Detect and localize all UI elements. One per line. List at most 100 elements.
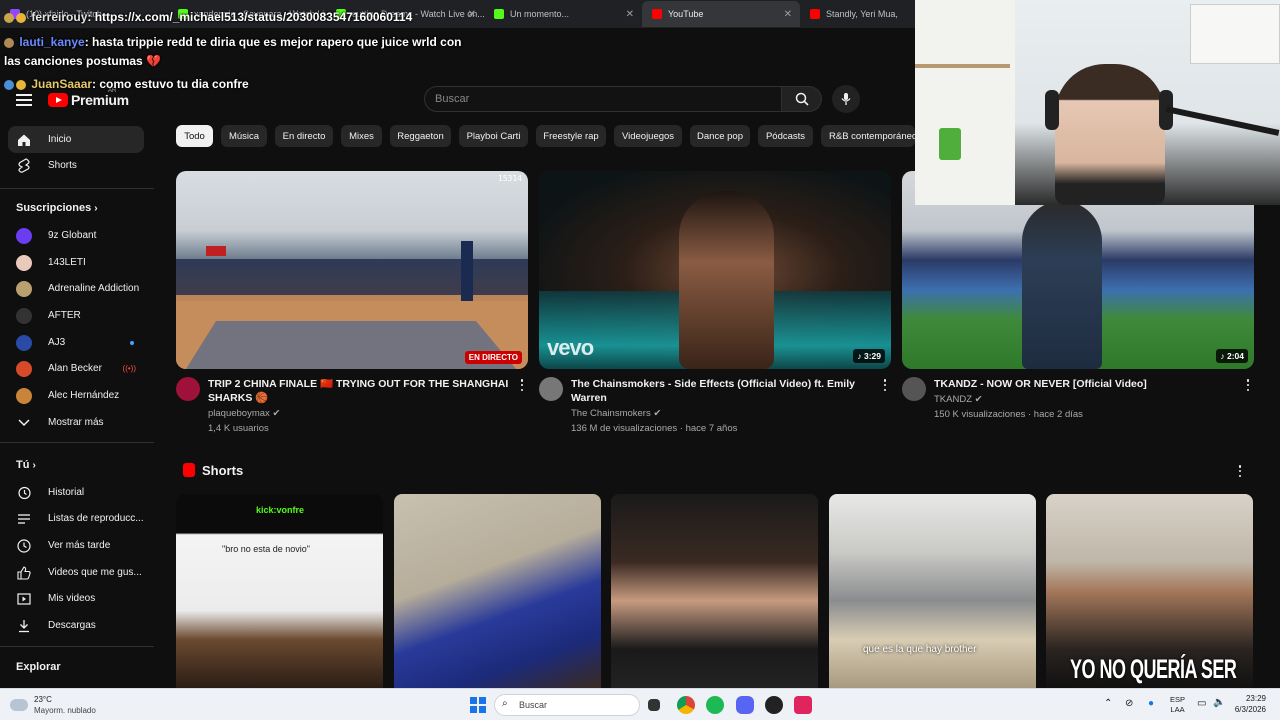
channel-avatar[interactable] (902, 377, 926, 401)
chat-message: lauti_kanye: hasta trippie redd te diria… (4, 33, 461, 52)
video-duration: ♪ 2:04 (1216, 349, 1248, 363)
sidebar-item-label: Mostrar más (48, 417, 104, 428)
discord-icon[interactable] (736, 696, 754, 714)
playlist-icon (16, 511, 32, 527)
shorts-icon (183, 463, 195, 477)
search-input[interactable]: Buscar (424, 86, 782, 112)
tiktok-icon[interactable] (794, 696, 812, 714)
more-options-icon[interactable] (883, 379, 887, 391)
channel-avatar[interactable] (176, 377, 200, 401)
channel-avatar[interactable] (539, 377, 563, 401)
chip-reggaeton[interactable]: Reggaeton (390, 125, 451, 147)
short-thumbnail[interactable] (611, 494, 818, 688)
person-silhouette (679, 191, 774, 369)
video-title[interactable]: TKANDZ - NOW OR NEVER [Official Video] (934, 377, 1239, 391)
browser-tab-active[interactable]: YouTube ✕ (642, 1, 800, 27)
live-badge: EN DIRECTO (464, 351, 522, 364)
video-channel[interactable]: The Chainsmokers ✔ (571, 406, 661, 421)
sidebar-item-subscription[interactable]: AJ3 (8, 329, 144, 356)
chip-rnb[interactable]: R&B contemporáneo (821, 125, 917, 147)
sidebar-item-label: 143LETI (48, 257, 86, 268)
spotify-icon[interactable] (706, 696, 724, 714)
headphone-left (1045, 90, 1059, 130)
sidebar-item-label: Adrenaline Addiction (48, 283, 140, 294)
volume-icon[interactable]: 🔈 (1213, 697, 1225, 708)
taskbar-search[interactable]: Buscar (494, 694, 640, 716)
close-tab-icon[interactable]: ✕ (784, 9, 792, 20)
you-heading[interactable]: Tú › (16, 459, 36, 471)
obs-icon[interactable] (765, 696, 783, 714)
network-icon[interactable]: ⊘ (1125, 698, 1133, 709)
more-options-icon[interactable] (1246, 379, 1250, 391)
chrome-icon[interactable] (677, 696, 695, 714)
sidebar-item-playlists[interactable]: Listas de reproducc... (8, 505, 144, 532)
microphone-icon[interactable]: ● (1148, 698, 1154, 709)
chevron-down-icon (16, 415, 32, 431)
youtube-premium-logo[interactable]: Premium AR (48, 88, 129, 108)
sidebar-item-show-more[interactable]: Mostrar más (8, 409, 144, 436)
sidebar-item-watch-later[interactable]: Ver más tarde (8, 532, 144, 559)
short-thumbnail[interactable] (394, 494, 601, 688)
sidebar-item-liked-videos[interactable]: Videos que me gus... (8, 559, 144, 586)
video-title[interactable]: TRIP 2 CHINA FINALE 🇨🇳 TRYING OUT FOR TH… (208, 377, 513, 405)
video-thumbnail[interactable]: 15314 EN DIRECTO (176, 171, 528, 369)
creeper-plush (939, 128, 961, 160)
sidebar-item-subscription[interactable]: Adrenaline Addiction (8, 275, 144, 302)
close-tab-icon[interactable]: ✕ (626, 9, 634, 20)
chip-dance-pop[interactable]: Dance pop (690, 125, 750, 147)
search-button[interactable] (782, 86, 822, 112)
weather-widget[interactable]: 23°C Mayorm. nublado (10, 694, 96, 716)
task-view-icon[interactable] (648, 699, 660, 711)
sidebar-item-subscription[interactable]: AFTER (8, 302, 144, 329)
short-caption: "bro no esta de novio" (222, 544, 310, 554)
chip-all[interactable]: Todo (176, 125, 213, 147)
sidebar-item-subscription[interactable]: Alan Becker ((•)) (8, 355, 144, 382)
sidebar-item-downloads[interactable]: Descargas (8, 612, 144, 639)
sidebar-item-shorts[interactable]: Shorts (8, 152, 144, 179)
chevron-up-icon[interactable]: ⌃ (1104, 698, 1112, 709)
language-indicator[interactable]: ESP LAA (1170, 695, 1185, 715)
chip-mixes[interactable]: Mixes (341, 125, 382, 147)
chip-podcasts[interactable]: Pódcasts (758, 125, 813, 147)
clock[interactable]: 23:29 6/3/2026 (1235, 693, 1266, 715)
sidebar-item-subscription[interactable]: Alec Hernández (8, 382, 144, 409)
explore-heading: Explorar (16, 661, 61, 673)
chip-videojuegos[interactable]: Videojuegos (614, 125, 682, 147)
sidebar-item-history[interactable]: Historial (8, 479, 144, 506)
more-options-icon[interactable] (520, 379, 524, 391)
video-channel[interactable]: plaqueboymax ✔ (208, 406, 280, 421)
short-thumbnail[interactable]: kick:vonfre "bro no esta de novio" (176, 494, 383, 688)
browser-tab[interactable]: Standly, Yeri Mua, Oscar... (800, 1, 900, 27)
chat-text: : como estuvo tu dia confre (92, 77, 249, 91)
verified-icon: ✔ (653, 408, 662, 419)
video-meta: 136 M de visualizaciones · hace 7 años (571, 423, 738, 434)
chip-playboi-carti[interactable]: Playboi Carti (459, 125, 528, 147)
more-options-icon[interactable] (1238, 465, 1242, 477)
short-top-text: kick:vonfre (256, 505, 305, 515)
chip-music[interactable]: Música (221, 125, 267, 147)
display-icon[interactable]: ▭ (1197, 698, 1206, 709)
chip-freestyle-rap[interactable]: Freestyle rap (536, 125, 606, 147)
video-thumbnail[interactable]: vevo ♪ 3:29 (539, 171, 891, 369)
video-channel[interactable]: TKANDZ ✔ (934, 392, 983, 407)
voice-search-button[interactable] (832, 85, 860, 113)
shelf (915, 64, 1010, 68)
short-caption: YO NO QUERÍA SER (1070, 654, 1237, 684)
subscriptions-heading[interactable]: Suscripciones › (16, 202, 98, 214)
short-thumbnail[interactable]: que es la que hay brother (829, 494, 1036, 688)
menu-icon[interactable] (16, 94, 32, 106)
short-thumbnail[interactable]: YO NO QUERÍA SER (1046, 494, 1253, 688)
sidebar-item-label: Descargas (48, 620, 96, 631)
close-tab-icon[interactable]: ✕ (468, 9, 476, 20)
chevron-right-icon: › (32, 460, 36, 471)
browser-tab[interactable]: Un momento... ✕ (484, 1, 642, 27)
sidebar-item-label: AJ3 (48, 337, 66, 348)
sidebar-item-subscription[interactable]: 9z Globant (8, 222, 144, 249)
video-title[interactable]: The Chainsmokers - Side Effects (Officia… (571, 377, 876, 405)
sidebar-item-subscription[interactable]: 143LETI (8, 249, 144, 276)
logo-text: Premium (71, 92, 129, 108)
sidebar-item-my-videos[interactable]: Mis videos (8, 585, 144, 612)
windows-start-icon[interactable] (470, 697, 486, 713)
chip-live[interactable]: En directo (275, 125, 333, 147)
sidebar-item-home[interactable]: Inicio (8, 126, 144, 153)
